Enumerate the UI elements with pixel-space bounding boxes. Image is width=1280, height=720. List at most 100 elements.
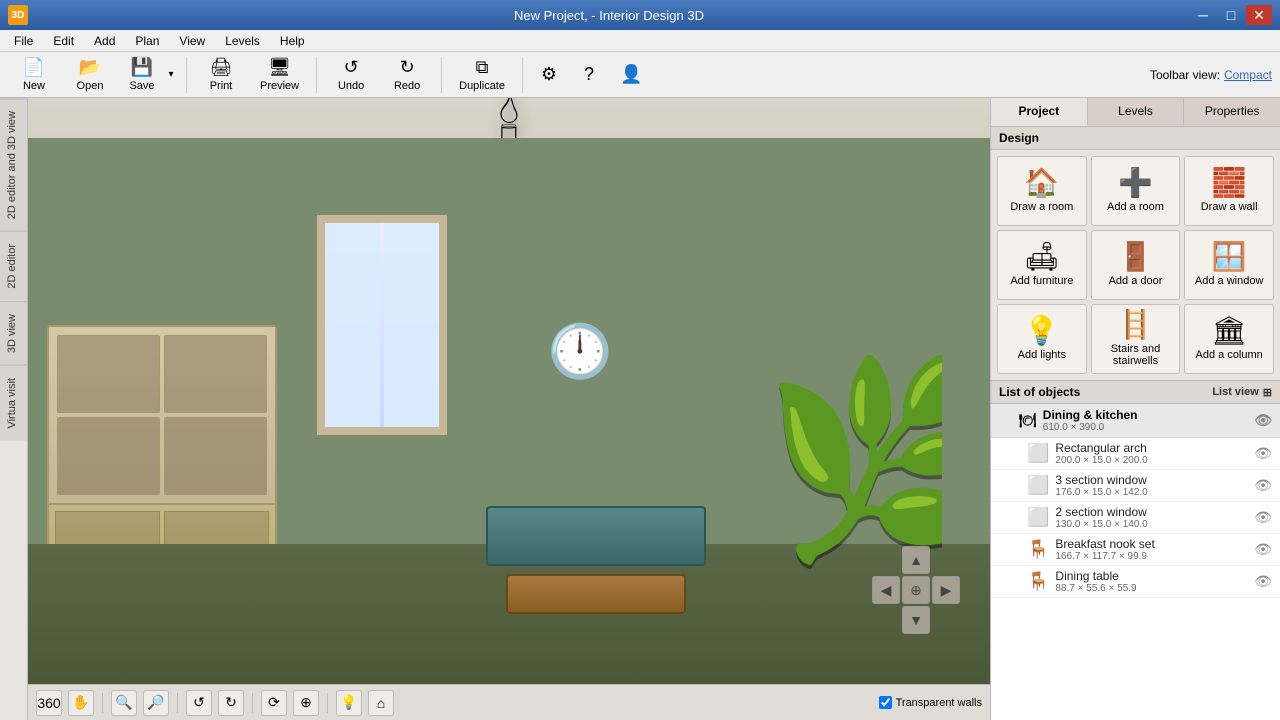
menu-item-plan[interactable]: Plan <box>125 30 169 52</box>
obj-item-dims: 200.0 × 15.0 × 200.0 <box>1055 455 1147 466</box>
left-tab-3[interactable]: Virtua visit <box>0 365 27 441</box>
user-button[interactable]: 👤 <box>611 55 651 95</box>
left-tab-2[interactable]: 3D view <box>0 301 27 365</box>
item-eye-icon[interactable]: 👁 <box>1254 477 1272 494</box>
minimize-button[interactable]: ─ <box>1190 5 1216 25</box>
obj-item-name: Rectangular arch <box>1055 441 1147 455</box>
settings-icon: ⚙ <box>541 64 557 85</box>
title-bar: 3D New Project, - Interior Design 3D ─ □… <box>0 0 1280 30</box>
menu-item-edit[interactable]: Edit <box>43 30 84 52</box>
preview-button[interactable]: 🖥 Preview <box>251 55 308 95</box>
obj-item-icon: 🪑 <box>1027 571 1049 592</box>
menu-item-help[interactable]: Help <box>270 30 315 52</box>
toolbar-separator-1 <box>186 57 187 93</box>
tab-project[interactable]: Project <box>991 98 1088 126</box>
add-furniture-label: Add furniture <box>1010 275 1073 287</box>
design-item-draw-room[interactable]: 🏠 Draw a room <box>997 156 1087 226</box>
design-item-add-door[interactable]: 🚪 Add a door <box>1091 230 1181 300</box>
obj-item-rectangular-arch[interactable]: ⬜ Rectangular arch 200.0 × 15.0 × 200.0 … <box>991 438 1280 470</box>
design-item-add-column[interactable]: 🏛 Add a column <box>1184 304 1274 374</box>
nav-center-button[interactable]: ⊕ <box>902 576 930 604</box>
nav-empty-3 <box>872 606 900 634</box>
left-tab-1[interactable]: 2D editor <box>0 231 27 301</box>
furniture-area <box>394 506 798 614</box>
nav-empty-1 <box>872 546 900 574</box>
left-tabs-panel: 2D editor and 3D view2D editor3D viewVir… <box>0 98 28 720</box>
nav-right-button[interactable]: ▶ <box>932 576 960 604</box>
restore-button[interactable]: □ <box>1218 5 1244 25</box>
save-dropdown-button[interactable]: ▾ <box>164 55 178 95</box>
canvas-toolbar-sep-3 <box>252 693 253 713</box>
transparent-walls-label: Transparent walls <box>896 697 982 709</box>
menu-item-levels[interactable]: Levels <box>215 30 270 52</box>
redo-view-button[interactable]: ↻ <box>218 690 244 716</box>
open-button[interactable]: 📂 Open <box>64 55 116 95</box>
360-view-button[interactable]: 360 <box>36 690 62 716</box>
home-view-button[interactable]: ⌂ <box>368 690 394 716</box>
wall-clock: 🕛 <box>547 321 612 382</box>
nav-empty-2 <box>932 546 960 574</box>
left-tab-0[interactable]: 2D editor and 3D view <box>0 98 27 231</box>
tab-levels[interactable]: Levels <box>1088 98 1185 126</box>
transparent-walls-checkbox[interactable] <box>879 696 892 709</box>
canvas-area[interactable]: 🕯 🕛 <box>28 98 990 720</box>
obj-item-breakfast-nook-set[interactable]: 🪑 Breakfast nook set 166.7 × 117.7 × 99.… <box>991 534 1280 566</box>
close-button[interactable]: ✕ <box>1246 5 1272 25</box>
menu-item-add[interactable]: Add <box>84 30 125 52</box>
obj-item-icon: ⬜ <box>1027 475 1049 496</box>
menu-bar: FileEditAddPlanViewLevelsHelp <box>0 30 1280 52</box>
pan-button[interactable]: ⊕ <box>293 690 319 716</box>
open-label: Open <box>77 80 104 92</box>
settings-button[interactable]: ⚙ <box>531 55 567 95</box>
help-button[interactable]: ? <box>571 55 607 95</box>
zoom-in-button[interactable]: 🔎 <box>143 690 169 716</box>
design-grid: 🏠 Draw a room ➕ Add a room 🧱 Draw a wall… <box>991 150 1280 380</box>
item-eye-icon[interactable]: 👁 <box>1254 445 1272 462</box>
undo-button[interactable]: ↺ Undo <box>325 55 377 95</box>
obj-item-icon: ⬜ <box>1027 507 1049 528</box>
save-button[interactable]: 💾 Save <box>120 55 164 95</box>
list-view-button[interactable]: List view ⊞ <box>1212 386 1272 399</box>
redo-button[interactable]: ↻ Redo <box>381 55 433 95</box>
print-icon: 🖨 <box>210 57 233 78</box>
design-item-add-window[interactable]: 🪟 Add a window <box>1184 230 1274 300</box>
menu-item-file[interactable]: File <box>4 30 43 52</box>
nav-left-button[interactable]: ◀ <box>872 576 900 604</box>
duplicate-label: Duplicate <box>459 80 505 92</box>
nav-down-button[interactable]: ▼ <box>902 606 930 634</box>
add-column-icon: 🏛 <box>1211 317 1247 345</box>
design-item-add-room[interactable]: ➕ Add a room <box>1091 156 1181 226</box>
pan-tool-button[interactable]: ✋ <box>68 690 94 716</box>
design-item-draw-wall[interactable]: 🧱 Draw a wall <box>1184 156 1274 226</box>
compact-link[interactable]: Compact <box>1224 68 1272 82</box>
print-button[interactable]: 🖨 Print <box>195 55 247 95</box>
undo-icon: ↺ <box>344 57 359 78</box>
obj-group-dining-&-kitchen[interactable]: 🍽 Dining & kitchen 610.0 × 390.0 👁 <box>991 404 1280 438</box>
design-item-add-lights[interactable]: 💡 Add lights <box>997 304 1087 374</box>
obj-item-2-section-window[interactable]: ⬜ 2 section window 130.0 × 15.0 × 140.0 … <box>991 502 1280 534</box>
design-item-stairs[interactable]: 🪜 Stairs and stairwells <box>1091 304 1181 374</box>
duplicate-icon: ⧉ <box>476 57 489 78</box>
orbit-button[interactable]: ⟳ <box>261 690 287 716</box>
design-item-add-furniture[interactable]: 🛋 Add furniture <box>997 230 1087 300</box>
item-eye-icon[interactable]: 👁 <box>1254 573 1272 590</box>
design-header: Design <box>991 127 1280 150</box>
duplicate-button[interactable]: ⧉ Duplicate <box>450 55 514 95</box>
draw-room-label: Draw a room <box>1010 201 1073 213</box>
add-room-label: Add a room <box>1107 201 1164 213</box>
item-eye-icon[interactable]: 👁 <box>1254 509 1272 526</box>
new-button[interactable]: 📄 New <box>8 55 60 95</box>
add-door-label: Add a door <box>1109 275 1163 287</box>
zoom-out-button[interactable]: 🔍 <box>111 690 137 716</box>
nav-up-button[interactable]: ▲ <box>902 546 930 574</box>
undo-view-button[interactable]: ↺ <box>186 690 212 716</box>
canvas-scene[interactable]: 🕯 🕛 <box>28 98 990 684</box>
obj-item-3-section-window[interactable]: ⬜ 3 section window 176.0 × 15.0 × 142.0 … <box>991 470 1280 502</box>
item-eye-icon[interactable]: 👁 <box>1254 541 1272 558</box>
group-dims: 610.0 × 390.0 <box>1043 422 1138 433</box>
tab-properties[interactable]: Properties <box>1184 98 1280 126</box>
obj-item-dining-table[interactable]: 🪑 Dining table 88.7 × 55.6 × 55.9 👁 <box>991 566 1280 598</box>
group-eye-icon[interactable]: 👁 <box>1254 412 1272 429</box>
menu-item-view[interactable]: View <box>169 30 215 52</box>
light-tool-button[interactable]: 💡 <box>336 690 362 716</box>
